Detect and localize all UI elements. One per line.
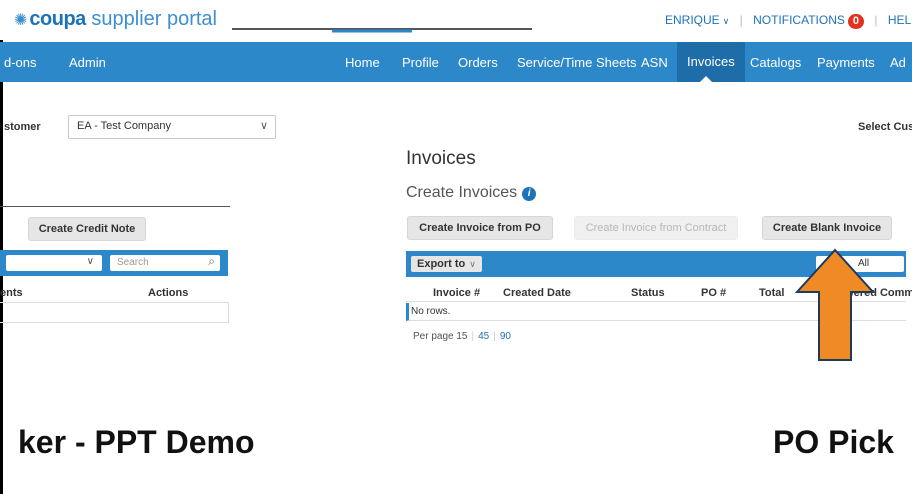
- section-title: Create Invoices i: [406, 184, 537, 202]
- pagination: Per page 15 | 45 | 90: [413, 331, 511, 342]
- chevron-down-icon: ∨: [259, 120, 268, 132]
- search-input[interactable]: Search ⌕: [110, 254, 220, 271]
- chevron-down-icon: ∨: [86, 256, 94, 267]
- per-page-15[interactable]: 15: [456, 331, 467, 342]
- create-invoice-from-po-button[interactable]: Create Invoice from PO: [407, 216, 553, 240]
- chevron-down-icon: ∨: [722, 16, 730, 26]
- column-header-status[interactable]: Status: [631, 287, 665, 299]
- select-customer-label: Select Cus: [858, 121, 912, 133]
- nav-item-addons[interactable]: d-ons: [4, 55, 37, 70]
- info-icon[interactable]: i: [522, 187, 537, 201]
- nav-item-orders[interactable]: Orders: [458, 55, 498, 70]
- active-tab-pointer: [700, 76, 712, 82]
- coupa-logo[interactable]: ✺ coupa supplier portal: [14, 8, 217, 31]
- nav-item-home[interactable]: Home: [345, 55, 380, 70]
- nav-item-catalogs[interactable]: Catalogs: [750, 55, 801, 70]
- top-header: ✺ coupa supplier portal ENRIQUE ∨ | NOTIFI…: [0, 0, 912, 40]
- column-header-total[interactable]: Total: [759, 287, 784, 299]
- create-credit-note-button[interactable]: Create Credit Note: [28, 217, 146, 241]
- main-nav: d-ons Admin Home Profile Orders Service/…: [0, 42, 912, 82]
- slide-caption-left: ker - PPT Demo: [18, 424, 255, 460]
- help-menu[interactable]: HELP∨: [888, 13, 912, 27]
- redaction-scribble: [232, 28, 532, 33]
- column-header-actions[interactable]: Actions: [148, 287, 188, 299]
- nav-item-payments[interactable]: Payments: [817, 55, 875, 70]
- nav-item-profile[interactable]: Profile: [402, 55, 439, 70]
- nav-item-asn[interactable]: ASN: [641, 55, 668, 70]
- customer-label: stomer: [4, 121, 41, 133]
- column-header-po-number[interactable]: PO #: [701, 287, 726, 299]
- page-title: Invoices: [406, 148, 476, 169]
- filter-select[interactable]: ∨: [6, 255, 102, 271]
- coupa-mark-icon: ✺: [14, 12, 28, 29]
- column-header-invoice-number[interactable]: Invoice #: [433, 287, 480, 299]
- notifications-badge: 0: [847, 14, 864, 29]
- section-divider: [0, 206, 230, 207]
- table-row: [0, 302, 229, 323]
- per-page-45[interactable]: 45: [478, 331, 489, 342]
- notifications-link[interactable]: NOTIFICATIONS 0: [753, 13, 864, 29]
- column-header-created-date[interactable]: Created Date: [503, 287, 571, 299]
- nav-item-ad[interactable]: Ad: [890, 55, 906, 70]
- user-links: ENRIQUE∨ | NOTIFICATIONS0 | HELP∨: [665, 13, 912, 29]
- create-invoice-from-contract-button[interactable]: Create Invoice from Contract: [574, 216, 738, 240]
- nav-item-service-time-sheets[interactable]: Service/Time Sheets: [517, 55, 636, 70]
- search-icon: ⌕: [208, 254, 215, 268]
- slide-caption-right: PO Pick: [773, 424, 894, 460]
- create-blank-invoice-button[interactable]: Create Blank Invoice: [762, 216, 892, 240]
- chevron-down-icon: ∨: [469, 259, 476, 269]
- per-page-90[interactable]: 90: [500, 331, 511, 342]
- user-menu[interactable]: ENRIQUE ∨: [665, 13, 729, 27]
- up-arrow-annotation-icon: [795, 248, 875, 361]
- column-header-contents[interactable]: ents: [0, 287, 23, 299]
- credit-notes-toolbar: ∨ Search ⌕: [0, 250, 228, 276]
- customer-select[interactable]: EA - Test Company ∨: [68, 115, 276, 139]
- export-to-button[interactable]: Export to ∨: [411, 256, 482, 272]
- nav-item-admin[interactable]: Admin: [69, 55, 106, 70]
